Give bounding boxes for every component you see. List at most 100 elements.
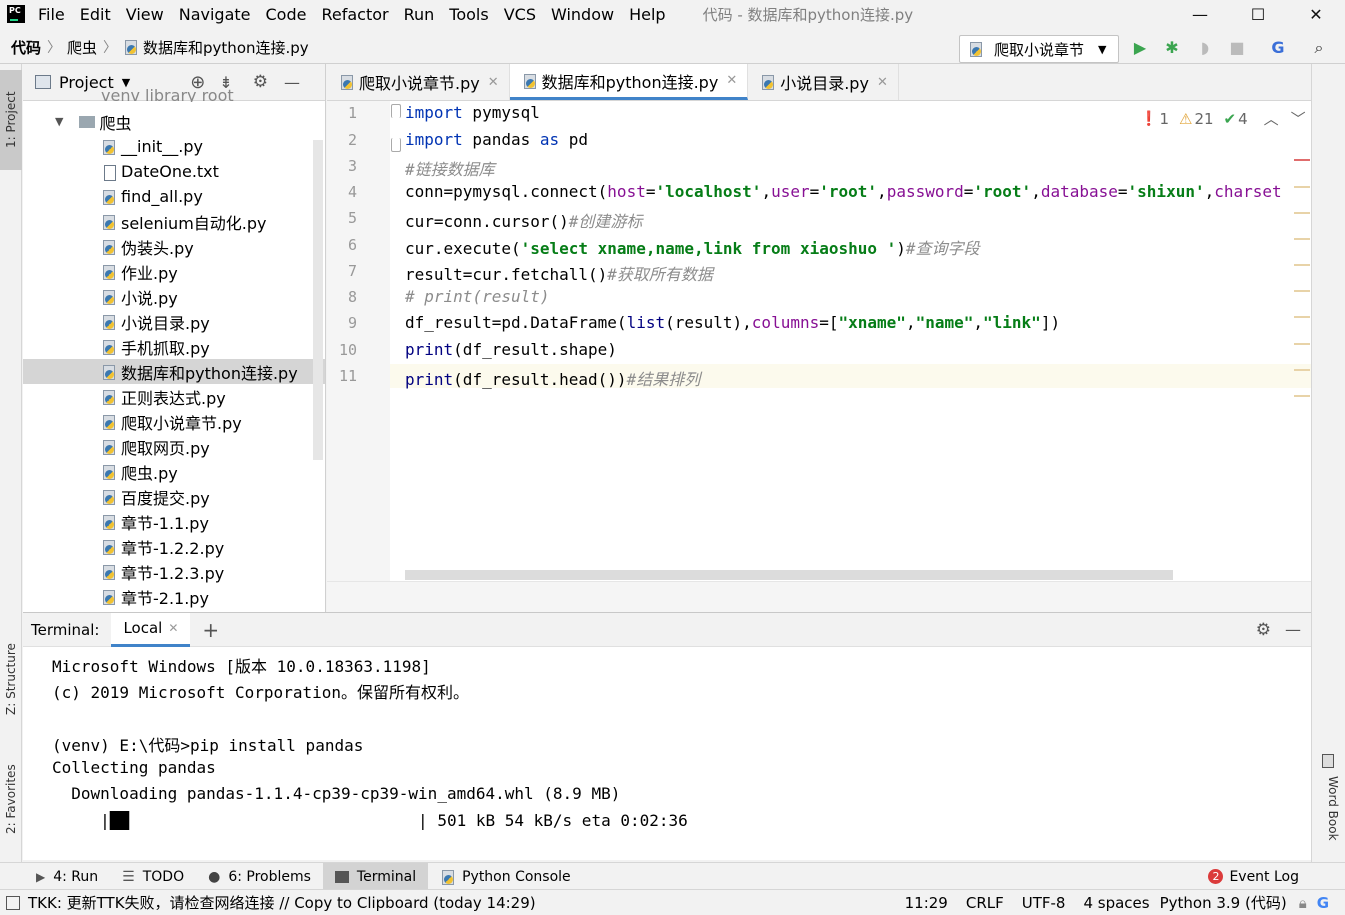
tree-item-file[interactable]: 伪装头.py: [23, 234, 325, 259]
code-line[interactable]: cur.execute('select xname,name,link from…: [405, 235, 980, 259]
breadcrumb-project[interactable]: 代码: [11, 37, 41, 58]
tree-item-file[interactable]: 章节-1.2.3.py: [23, 559, 325, 584]
indent-setting[interactable]: 4 spaces: [1083, 894, 1149, 912]
code-line[interactable]: conn=pymysql.connect(host='localhost',us…: [405, 182, 1282, 201]
tree-item-file[interactable]: 爬取网页.py: [23, 434, 325, 459]
menu-refactor[interactable]: Refactor: [321, 5, 388, 24]
fold-icon[interactable]: [391, 138, 401, 152]
code-line[interactable]: cur=conn.cursor()#创建游标: [405, 208, 642, 232]
tab-favorites[interactable]: 2: Favorites: [0, 744, 22, 854]
tab-word-book[interactable]: Word Book: [1318, 776, 1340, 856]
close-icon[interactable]: ✕: [726, 73, 737, 88]
translate-icon[interactable]: G: [1268, 38, 1288, 58]
warning-stripe-mark[interactable]: [1294, 395, 1310, 397]
tree-item-file[interactable]: 爬取小说章节.py: [23, 409, 325, 434]
project-scrollbar[interactable]: [313, 140, 323, 460]
tree-item-file[interactable]: 百度提交.py: [23, 484, 325, 509]
menu-edit[interactable]: Edit: [80, 5, 111, 24]
line-separator[interactable]: CRLF: [966, 894, 1004, 912]
tool-window-run[interactable]: ▶ 4: Run: [24, 863, 110, 891]
chevron-up-icon[interactable]: ︿: [1264, 108, 1279, 129]
menu-tools[interactable]: Tools: [449, 5, 488, 24]
tab-structure[interactable]: Z: Structure: [0, 624, 22, 734]
fold-icon[interactable]: [391, 104, 401, 118]
add-terminal-button[interactable]: +: [202, 618, 219, 642]
run-button[interactable]: ▶: [1130, 38, 1150, 58]
gear-icon[interactable]: ⚙: [1256, 620, 1271, 640]
tree-item-file[interactable]: 小说.py: [23, 284, 325, 309]
maximize-button[interactable]: ☐: [1229, 5, 1287, 24]
tree-item-file[interactable]: 手机抓取.py: [23, 334, 325, 359]
menu-run[interactable]: Run: [404, 5, 435, 24]
error-stripe-mark[interactable]: [1294, 159, 1310, 161]
chevron-down-icon[interactable]: ▼: [122, 76, 130, 89]
editor-tab[interactable]: 小说目录.py ✕: [748, 64, 899, 100]
tree-item-file[interactable]: selenium自动化.py: [23, 209, 325, 234]
tree-item-file[interactable]: DateOne.txt: [23, 159, 325, 184]
close-button[interactable]: ✕: [1287, 5, 1345, 24]
menu-navigate[interactable]: Navigate: [179, 5, 251, 24]
menu-code[interactable]: Code: [266, 5, 307, 24]
editor-horizontal-scrollbar[interactable]: [405, 570, 1173, 580]
tool-window-python-console[interactable]: Python Console: [428, 863, 583, 891]
event-log-button[interactable]: 2 Event Log: [1196, 863, 1311, 891]
tool-window-todo[interactable]: ☰ TODO: [110, 863, 196, 891]
tree-item-venv[interactable]: venv library root: [23, 88, 325, 102]
python-interpreter[interactable]: Python 3.9 (代码): [1160, 892, 1287, 913]
menu-window[interactable]: Window: [551, 5, 614, 24]
tool-window-problems[interactable]: ● 6: Problems: [196, 863, 323, 891]
tree-item-file-selected[interactable]: 数据库和python连接.py: [23, 359, 325, 384]
menu-file[interactable]: File: [38, 5, 65, 24]
close-icon[interactable]: ✕: [168, 621, 178, 635]
editor-tab-active[interactable]: 数据库和python连接.py ✕: [509, 64, 749, 100]
menu-view[interactable]: View: [126, 5, 164, 24]
tree-item-file[interactable]: find_all.py: [23, 184, 325, 209]
layout-toggle-icon[interactable]: [6, 895, 20, 910]
menu-vcs[interactable]: VCS: [504, 5, 536, 24]
tree-item-file[interactable]: 章节-1.1.py: [23, 509, 325, 534]
warning-stripe-mark[interactable]: [1294, 316, 1310, 318]
code-line[interactable]: result=cur.fetchall()#获取所有数据: [405, 261, 713, 285]
coverage-icon[interactable]: ◗: [1195, 38, 1215, 58]
tool-window-terminal[interactable]: Terminal: [322, 862, 429, 891]
tab-project[interactable]: 1: Project: [0, 70, 22, 170]
code-line[interactable]: df_result=pd.DataFrame(list(result),colu…: [405, 313, 1060, 332]
warning-stripe-mark[interactable]: [1294, 290, 1310, 292]
code-line[interactable]: print(df_result.head())#结果排列: [405, 366, 700, 390]
stop-icon[interactable]: ■: [1227, 38, 1247, 58]
tree-item-file[interactable]: 爬虫.py: [23, 459, 325, 484]
menu-help[interactable]: Help: [629, 5, 665, 24]
terminal-output[interactable]: Microsoft Windows [版本 10.0.18363.1198] (…: [23, 647, 1311, 860]
warning-stripe-mark[interactable]: [1294, 264, 1310, 266]
code-line[interactable]: print(df_result.shape): [405, 340, 617, 359]
breadcrumb-file[interactable]: 数据库和python连接.py: [143, 37, 309, 58]
tree-item-file[interactable]: 正则表达式.py: [23, 384, 325, 409]
tree-item-file[interactable]: __init__.py: [23, 134, 325, 159]
tree-item-file[interactable]: 作业.py: [23, 259, 325, 284]
lock-icon[interactable]: 🔒︎: [1299, 894, 1307, 912]
caret-position[interactable]: 11:29: [905, 894, 948, 912]
warning-stripe-mark[interactable]: [1294, 212, 1310, 214]
file-encoding[interactable]: UTF-8: [1022, 894, 1066, 912]
warning-stripe-mark[interactable]: [1294, 343, 1310, 345]
search-icon[interactable]: ⌕: [1309, 38, 1329, 58]
code-line[interactable]: import pandas as pd: [405, 130, 588, 149]
warning-stripe-mark[interactable]: [1294, 369, 1310, 371]
close-icon[interactable]: ✕: [877, 75, 888, 90]
hide-icon[interactable]: —: [1285, 620, 1301, 639]
minimize-button[interactable]: —: [1171, 5, 1229, 24]
status-message[interactable]: TKK: 更新TTK失败，请检查网络连接 // Copy to Clipboar…: [28, 892, 536, 913]
chevron-down-icon[interactable]: ﹀: [1291, 108, 1306, 129]
editor-tab[interactable]: 爬取小说章节.py ✕: [327, 64, 510, 100]
tree-item-file[interactable]: 章节-2.1.py: [23, 584, 325, 609]
warning-stripe-mark[interactable]: [1294, 186, 1310, 188]
warning-stripe-mark[interactable]: [1294, 238, 1310, 240]
breadcrumb-folder[interactable]: 爬虫: [67, 37, 97, 58]
debug-bug-icon[interactable]: ✱: [1162, 38, 1182, 58]
code-line[interactable]: import pymysql: [405, 103, 540, 122]
run-config-selector[interactable]: 爬取小说章节 ▼: [959, 35, 1119, 63]
inspection-widget[interactable]: ❗ 1 ⚠ 21 ✔ 4 ︿ ﹀: [1140, 108, 1306, 129]
close-icon[interactable]: ✕: [488, 75, 499, 90]
tree-item-folder[interactable]: ▼ 爬虫: [23, 109, 325, 134]
tree-item-file[interactable]: 章节-1.2.2.py: [23, 534, 325, 559]
